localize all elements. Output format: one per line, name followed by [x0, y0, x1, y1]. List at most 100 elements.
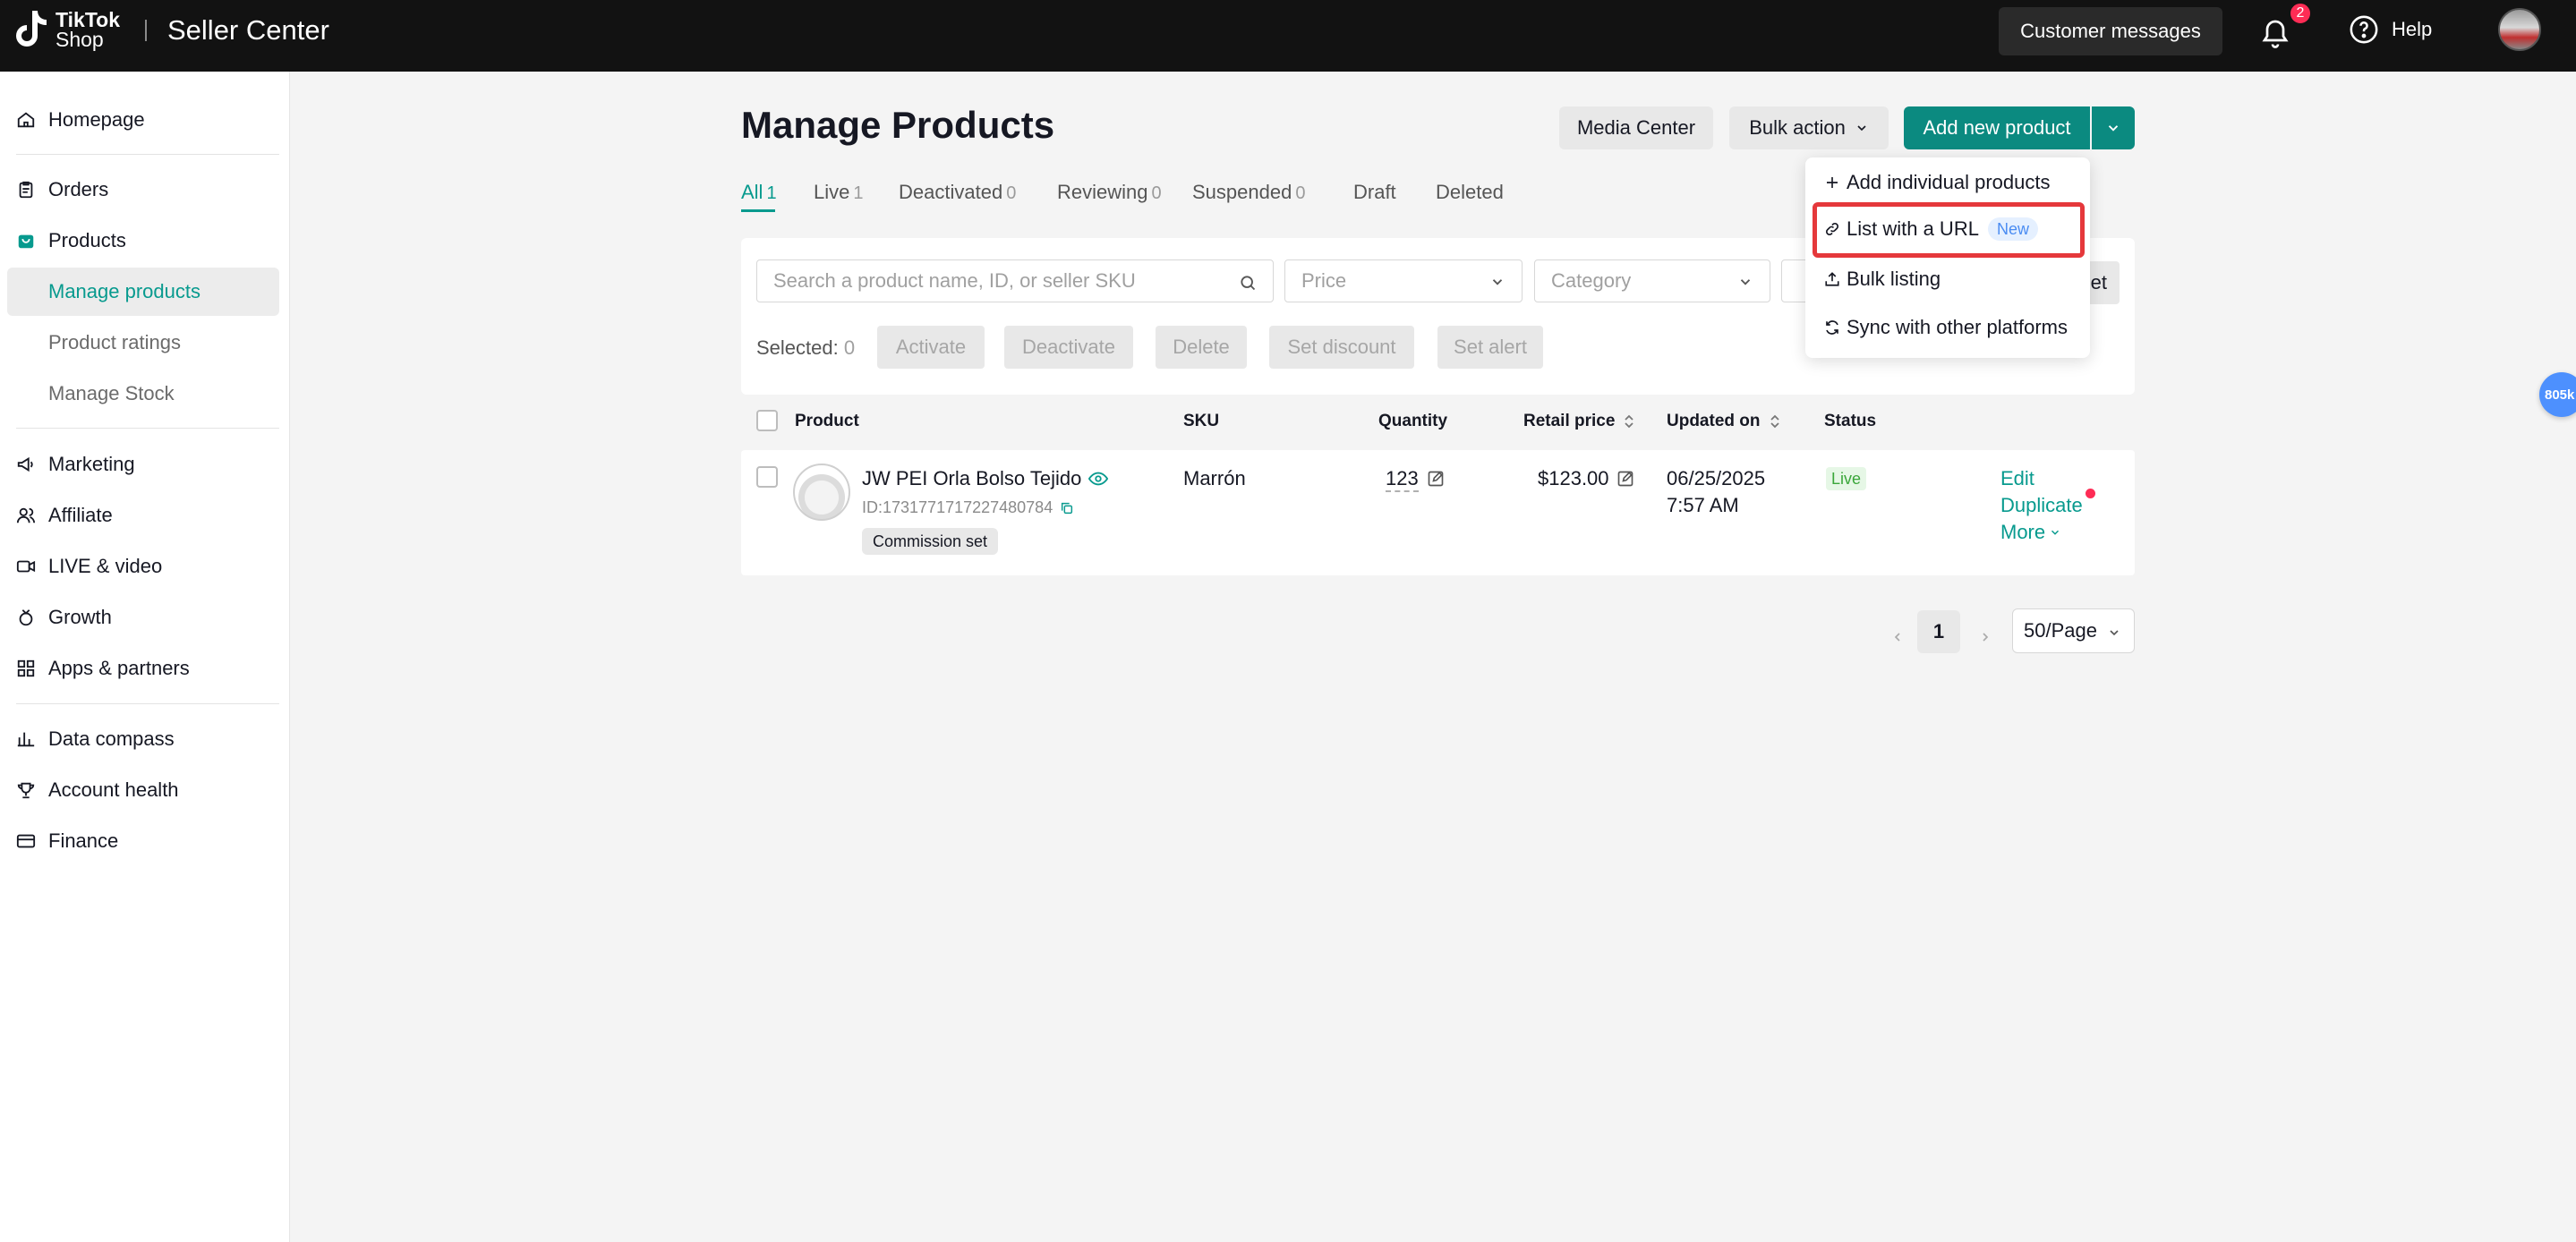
sidebar-item-product-ratings[interactable]: Product ratings [48, 325, 181, 361]
selected-count: Selected: 0 [756, 336, 856, 359]
sidebar-item-live-video[interactable]: LIVE & video [16, 549, 162, 584]
edit-link[interactable]: Edit [2000, 467, 2034, 490]
page-size-select[interactable]: 50/Page [2012, 608, 2135, 653]
tiktok-logo-icon [14, 9, 48, 50]
price-value: $123.00 [1538, 467, 1609, 489]
set-discount-button[interactable]: Set discount [1269, 326, 1414, 369]
sidebar-label: Finance [48, 829, 119, 852]
sidebar-item-manage-stock[interactable]: Manage Stock [48, 376, 175, 412]
chevron-down-icon [1740, 279, 1751, 285]
tab-deleted[interactable]: Deleted [1436, 181, 1504, 204]
sidebar-item-manage-products[interactable]: Manage products [7, 268, 279, 316]
product-id: ID:1731771717227480784 [862, 498, 1074, 517]
copy-icon[interactable] [1060, 501, 1074, 515]
tab-suspended[interactable]: Suspended 0 [1192, 181, 1305, 204]
tab-draft[interactable]: Draft [1353, 181, 1396, 204]
price-filter[interactable]: Price [1284, 259, 1523, 302]
sidebar-item-account-health[interactable]: Account health [16, 772, 179, 808]
upload-icon [1823, 270, 1841, 288]
sidebar-item-growth[interactable]: Growth [16, 600, 112, 635]
sidebar-item-products[interactable]: Products [16, 223, 126, 259]
users-icon [16, 506, 36, 525]
select-all-checkbox[interactable] [756, 410, 778, 431]
edit-icon[interactable] [1616, 470, 1634, 488]
media-center-button[interactable]: Media Center [1559, 106, 1713, 149]
column-status: Status [1824, 412, 1877, 430]
edit-icon[interactable] [1427, 470, 1445, 488]
category-filter[interactable]: Category [1534, 259, 1770, 302]
product-thumbnail[interactable] [793, 464, 850, 521]
bulk-action-label: Bulk action [1749, 116, 1846, 139]
tab-deactivated[interactable]: Deactivated 0 [899, 181, 1016, 204]
next-page-button[interactable] [1967, 619, 2003, 655]
home-icon [16, 110, 36, 130]
delete-button[interactable]: Delete [1156, 326, 1247, 369]
column-retail-price[interactable]: Retail price [1523, 412, 1634, 431]
page-number[interactable]: 1 [1917, 610, 1960, 653]
logo-separator [145, 20, 147, 41]
bell-icon[interactable] [2259, 16, 2291, 48]
updated-time: 7:57 AM [1667, 494, 1739, 516]
chevron-down-icon [2051, 530, 2060, 535]
credit-card-icon [16, 831, 36, 851]
quantity-value[interactable]: 123 [1386, 467, 1419, 492]
sidebar-item-affiliate[interactable]: Affiliate [16, 498, 113, 533]
medal-icon [16, 608, 36, 627]
notification-badge: 2 [2289, 2, 2312, 25]
add-new-product-button[interactable]: Add new product [1904, 106, 2090, 149]
menu-item-bulk-listing[interactable]: Bulk listing [1823, 268, 1941, 291]
sidebar-label: LIVE & video [48, 555, 163, 577]
highlight-box [1813, 202, 2085, 258]
set-alert-button[interactable]: Set alert [1437, 326, 1543, 369]
tab-all[interactable]: All 1 [741, 181, 777, 204]
chevron-down-icon [1492, 279, 1503, 285]
active-tab-indicator [741, 209, 775, 212]
tab-live[interactable]: Live 1 [814, 181, 863, 204]
megaphone-icon [16, 455, 36, 474]
video-icon [16, 557, 36, 576]
prev-page-button[interactable] [1880, 619, 1915, 655]
avatar[interactable] [2498, 8, 2541, 51]
product-name[interactable]: JW PEI Orla Bolso Tejido [862, 467, 1109, 490]
app-title: Seller Center [167, 14, 329, 46]
help-label: Help [2392, 18, 2433, 40]
row-checkbox[interactable] [756, 466, 778, 488]
clipboard-icon [16, 180, 36, 200]
chevron-left-icon [1894, 633, 1900, 642]
column-updated-on[interactable]: Updated on [1667, 412, 1780, 431]
sidebar-divider [16, 428, 279, 429]
apps-grid-icon [16, 659, 36, 678]
column-sku: SKU [1183, 412, 1220, 430]
add-product-dropdown-toggle[interactable] [2092, 106, 2135, 149]
sidebar-item-data-compass[interactable]: Data compass [16, 721, 175, 757]
chevron-down-icon [2110, 630, 2119, 636]
sidebar-label: Growth [48, 606, 112, 628]
sort-icon [1770, 414, 1779, 429]
customer-messages-button[interactable]: Customer messages [1999, 7, 2222, 55]
deactivate-button[interactable]: Deactivate [1004, 326, 1133, 369]
sidebar-label: Apps & partners [48, 657, 190, 679]
logo-line2: Shop [55, 28, 104, 51]
eye-icon[interactable] [1088, 471, 1109, 487]
menu-item-add-individual[interactable]: Add individual products [1823, 171, 2050, 194]
sidebar-item-homepage[interactable]: Homepage [16, 102, 145, 138]
sidebar-item-finance[interactable]: Finance [16, 823, 118, 859]
tiktok-shop-logo[interactable]: TikTok Shop [14, 9, 120, 50]
tab-reviewing[interactable]: Reviewing 0 [1057, 181, 1162, 204]
commission-tag: Commission set [862, 528, 999, 555]
duplicate-link[interactable]: Duplicate [2000, 494, 2083, 517]
page-title: Manage Products [741, 104, 1055, 146]
column-product: Product [795, 412, 859, 430]
menu-item-sync-platforms[interactable]: Sync with other platforms [1823, 316, 2068, 339]
sidebar-item-orders[interactable]: Orders [16, 172, 108, 208]
activate-button[interactable]: Activate [877, 326, 985, 369]
help-button[interactable]: Help [2349, 14, 2432, 45]
search-input[interactable]: Search a product name, ID, or seller SKU [756, 259, 1274, 302]
sidebar-label: Marketing [48, 453, 135, 475]
status-badge: Live [1826, 467, 1867, 490]
sidebar-item-apps-partners[interactable]: Apps & partners [16, 651, 190, 686]
floating-assistant-badge[interactable]: 805k [2539, 372, 2576, 417]
bulk-action-button[interactable]: Bulk action [1729, 106, 1889, 149]
more-link[interactable]: More [2000, 521, 2061, 544]
sidebar-item-marketing[interactable]: Marketing [16, 447, 135, 482]
